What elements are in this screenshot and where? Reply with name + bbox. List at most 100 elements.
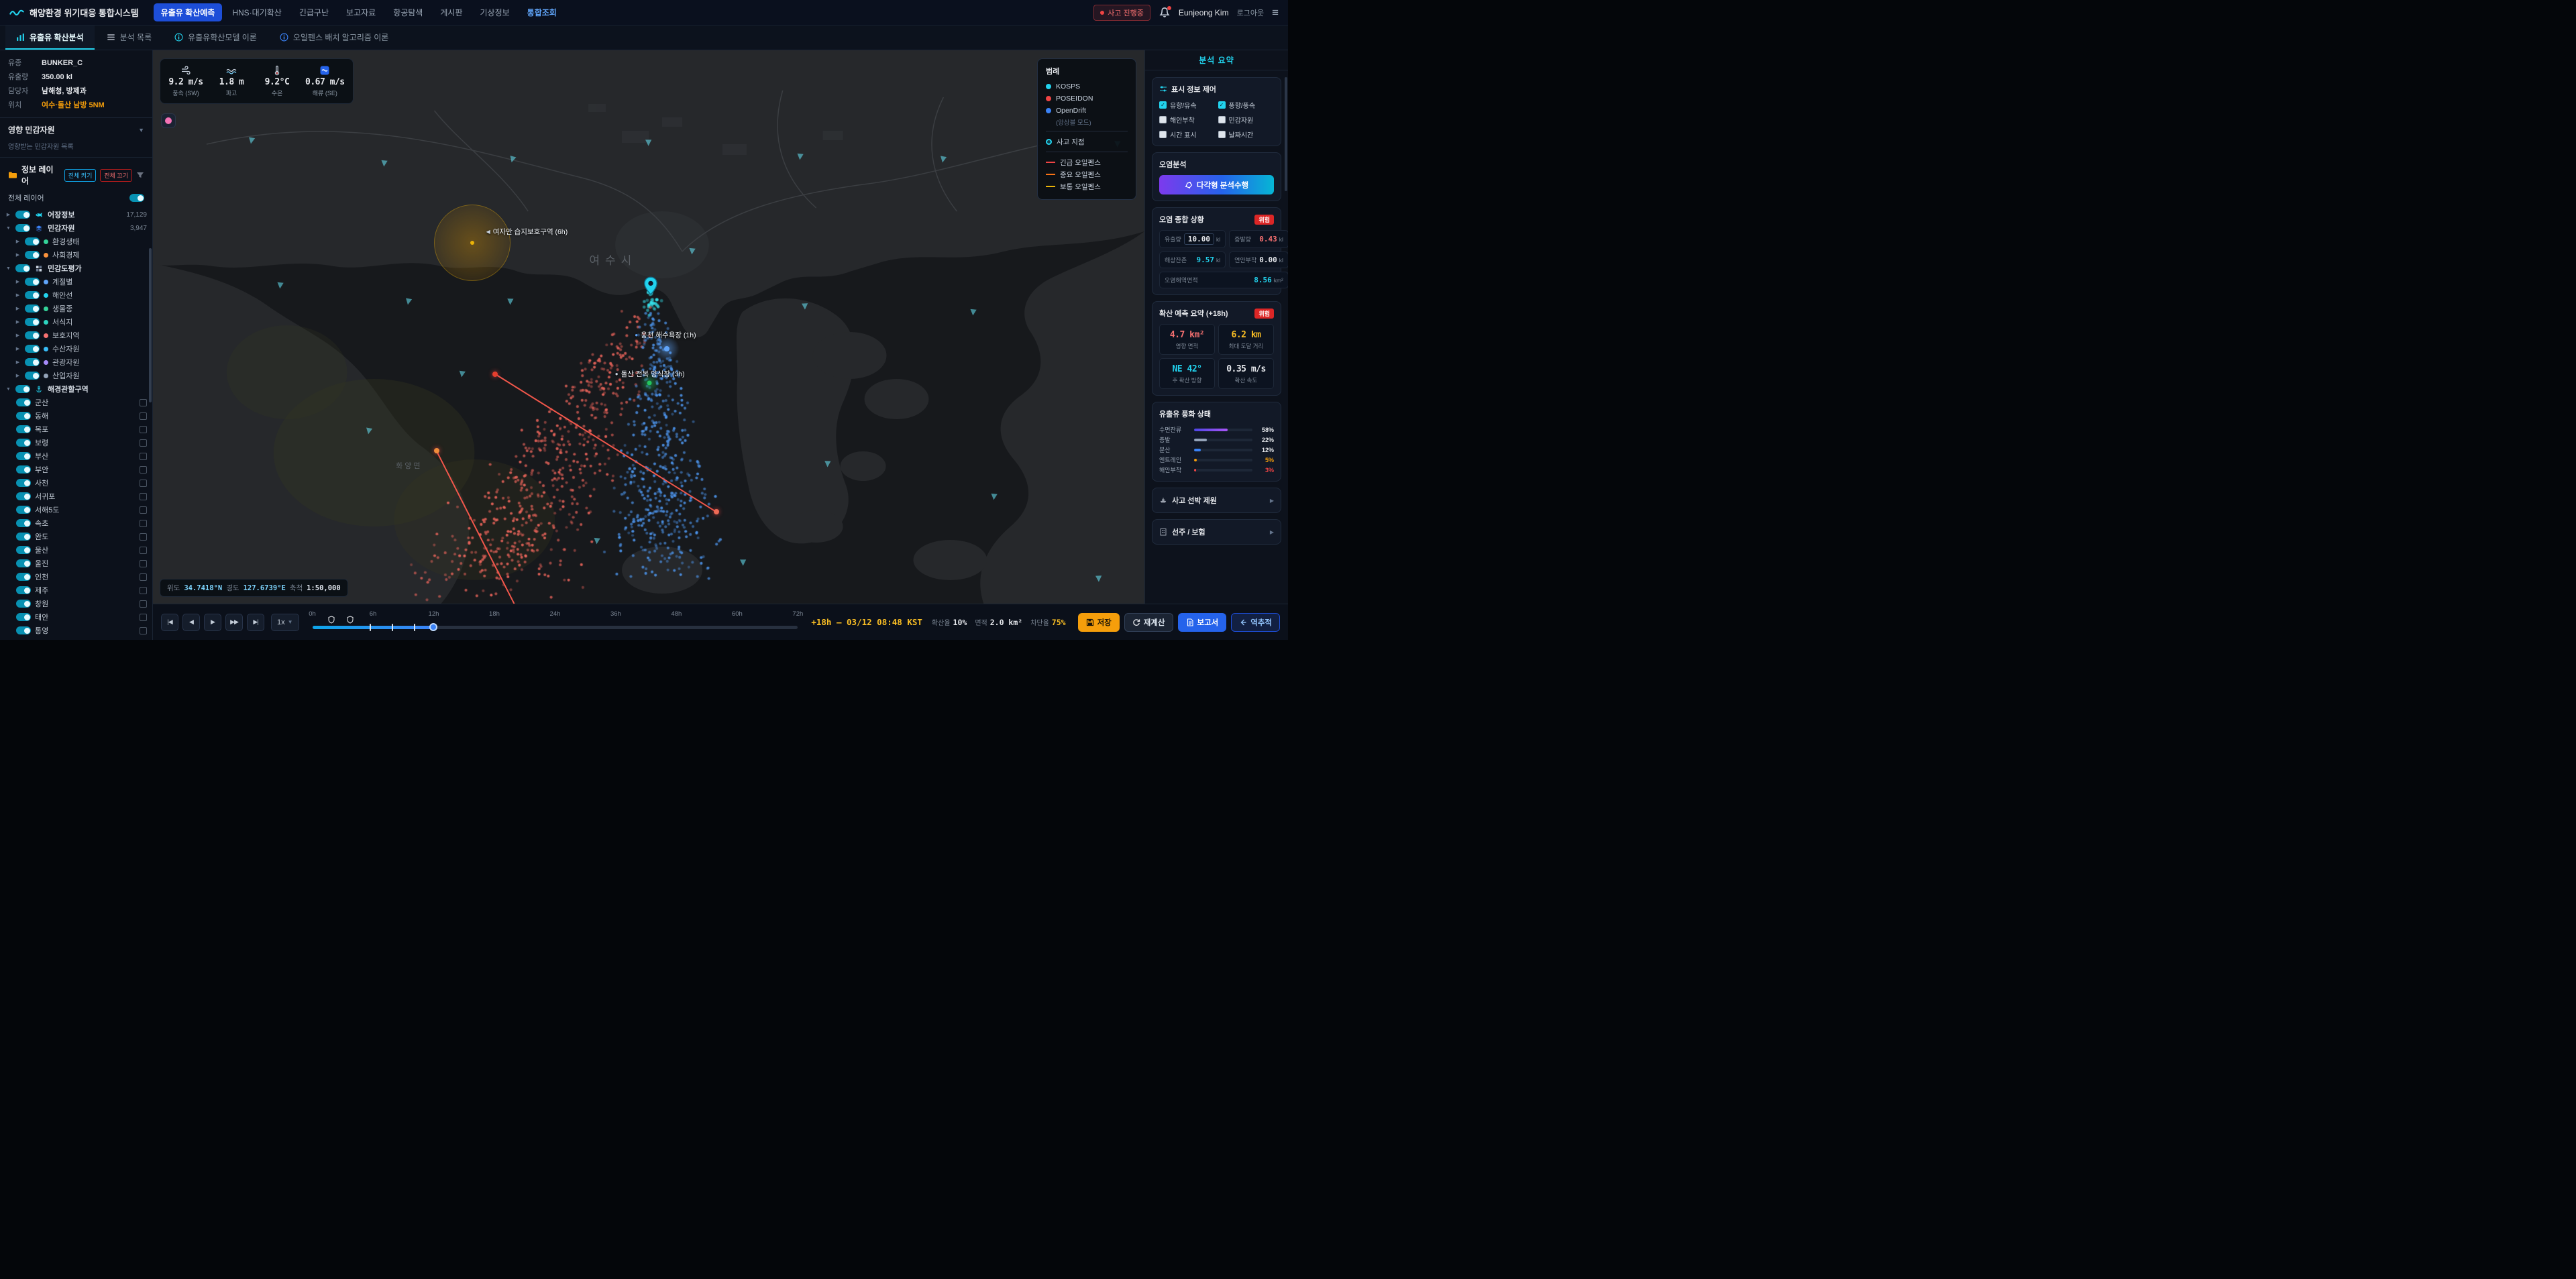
layer-toggle[interactable] — [15, 211, 30, 219]
checkbox[interactable] — [1159, 131, 1167, 138]
region-row[interactable]: 울진 — [5, 557, 147, 570]
region-toggle[interactable] — [16, 626, 31, 634]
layer-toggle[interactable] — [25, 331, 40, 339]
notifications-bell-icon[interactable] — [1159, 7, 1171, 19]
nav-item[interactable]: 보고자료 — [339, 3, 383, 21]
zoom-to-region-button[interactable] — [140, 533, 147, 541]
nav-item[interactable]: 긴급구난 — [292, 3, 336, 21]
play-button[interactable]: ▶ — [204, 614, 221, 631]
layer-row[interactable]: ▼민감자원3,947 — [5, 221, 147, 235]
region-row[interactable]: 목포 — [5, 423, 147, 436]
skip-start-button[interactable]: |◀ — [161, 614, 178, 631]
zoom-to-region-button[interactable] — [140, 426, 147, 433]
layer-toggle[interactable] — [15, 264, 30, 272]
layer-row[interactable]: ▶사회경제 — [5, 248, 147, 262]
layer-row[interactable]: ▼해경관할구역 — [5, 382, 147, 396]
region-toggle[interactable] — [16, 479, 31, 487]
tab-item[interactable]: 유출유확산모델 이론 — [164, 25, 268, 50]
layer-row[interactable]: ▶산업자원 — [5, 369, 147, 382]
layer-row[interactable]: ▶환경생태 — [5, 235, 147, 248]
polygon-analysis-button[interactable]: 다각형 분석수행 — [1159, 175, 1274, 194]
fast-forward-button[interactable]: ▶▶ — [225, 614, 243, 631]
incident-status-badge[interactable]: 사고 진행중 — [1093, 5, 1150, 21]
expand-caret[interactable]: ▼ — [5, 387, 11, 392]
display-option[interactable]: 시간 표시 — [1159, 129, 1216, 140]
layer-row[interactable]: ▶관광자원 — [5, 355, 147, 369]
save-button[interactable]: 저장 — [1078, 613, 1120, 632]
expand-caret[interactable]: ▶ — [15, 239, 21, 244]
zoom-to-region-button[interactable] — [140, 614, 147, 621]
impacted-resources-header[interactable]: 영향 민감자원 ▼ — [8, 124, 144, 135]
all-layers-off-button[interactable]: 전체 끄기 — [100, 169, 132, 182]
layer-toggle[interactable] — [15, 385, 30, 393]
region-row[interactable]: 서해5도 — [5, 503, 147, 516]
skip-end-button[interactable]: ▶| — [247, 614, 264, 631]
expand-caret[interactable]: ▶ — [5, 212, 11, 217]
hamburger-menu-icon[interactable]: ≡ — [1272, 6, 1279, 19]
region-toggle[interactable] — [16, 586, 31, 594]
zoom-to-region-button[interactable] — [140, 573, 147, 581]
region-toggle[interactable] — [16, 412, 31, 420]
nav-item[interactable]: 유출유 확산예측 — [154, 3, 223, 21]
tab-item[interactable]: 유출유 확산분석 — [5, 25, 95, 50]
zoom-to-region-button[interactable] — [140, 480, 147, 487]
master-layer-toggle[interactable] — [129, 194, 144, 202]
zoom-to-region-button[interactable] — [140, 587, 147, 594]
expand-caret[interactable]: ▼ — [5, 226, 11, 231]
tab-item[interactable]: 분석 목록 — [96, 25, 163, 50]
layer-row[interactable]: ▶서식지 — [5, 315, 147, 329]
display-option[interactable]: ✓유향/유속 — [1159, 100, 1216, 110]
region-row[interactable]: 통영 — [5, 624, 147, 637]
layer-toggle[interactable] — [25, 372, 40, 380]
zoom-to-region-button[interactable] — [140, 412, 147, 420]
timeline-handle[interactable] — [429, 623, 437, 631]
region-row[interactable]: 군산 — [5, 396, 147, 409]
sidebar-scrollbar[interactable] — [149, 248, 152, 402]
region-row[interactable]: 태안 — [5, 610, 147, 624]
zoom-to-region-button[interactable] — [140, 600, 147, 608]
expand-caret[interactable]: ▶ — [15, 292, 21, 298]
nav-item[interactable]: HNS·대기확산 — [225, 3, 289, 21]
step-back-button[interactable]: ◀ — [182, 614, 200, 631]
region-row[interactable]: 동해 — [5, 409, 147, 423]
expand-caret[interactable]: ▼ — [5, 266, 11, 271]
nav-item[interactable]: 기상정보 — [472, 3, 517, 21]
expand-caret[interactable]: ▶ — [15, 346, 21, 351]
region-toggle[interactable] — [16, 600, 31, 608]
layer-row[interactable]: ▶해안선 — [5, 288, 147, 302]
panel-scrollbar[interactable] — [1285, 77, 1287, 191]
region-toggle[interactable] — [16, 546, 31, 554]
region-row[interactable]: 사천 — [5, 476, 147, 490]
zoom-to-region-button[interactable] — [140, 627, 147, 634]
expand-caret[interactable]: ▶ — [15, 279, 21, 284]
region-row[interactable]: 평택 — [5, 637, 147, 640]
region-toggle[interactable] — [16, 398, 31, 406]
layer-toggle[interactable] — [25, 251, 40, 259]
ship-specs-section[interactable]: 사고 선박 제원 ▶ — [1152, 488, 1281, 513]
region-row[interactable]: 인천 — [5, 570, 147, 583]
zoom-to-region-button[interactable] — [140, 466, 147, 474]
recalculate-button[interactable]: 재계산 — [1124, 613, 1173, 632]
display-option[interactable]: ✓풍향/풍속 — [1218, 100, 1275, 110]
expand-caret[interactable]: ▶ — [15, 373, 21, 378]
timeline-track[interactable] — [313, 626, 798, 629]
region-toggle[interactable] — [16, 533, 31, 541]
layer-row[interactable]: ▶계절별 — [5, 275, 147, 288]
layer-row[interactable]: ▶수산자원 — [5, 342, 147, 355]
nav-item[interactable]: 통합조회 — [520, 3, 564, 21]
backtrack-button[interactable]: 역추적 — [1231, 613, 1280, 632]
layer-row[interactable]: ▶생물종 — [5, 302, 147, 315]
region-row[interactable]: 서귀포 — [5, 490, 147, 503]
region-toggle[interactable] — [16, 613, 31, 621]
checkbox[interactable]: ✓ — [1159, 101, 1167, 109]
region-row[interactable]: 울산 — [5, 543, 147, 557]
checkbox[interactable] — [1218, 116, 1226, 123]
nav-item[interactable]: 항공탐색 — [386, 3, 430, 21]
expand-caret[interactable]: ▶ — [15, 359, 21, 365]
expand-caret[interactable]: ▶ — [15, 333, 21, 338]
region-toggle[interactable] — [16, 519, 31, 527]
zoom-to-region-button[interactable] — [140, 560, 147, 567]
assistant-button[interactable] — [161, 113, 176, 128]
nav-item[interactable]: 게시판 — [433, 3, 470, 21]
filter-icon[interactable] — [136, 171, 144, 179]
